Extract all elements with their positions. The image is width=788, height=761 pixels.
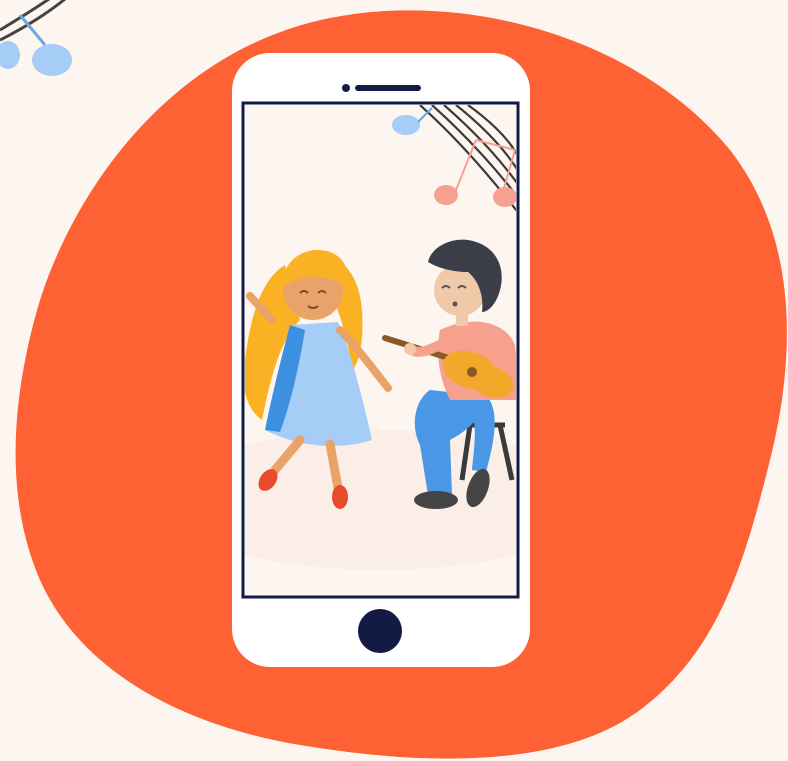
- earpiece-speaker-icon: [355, 85, 421, 91]
- home-button-icon[interactable]: [358, 609, 402, 653]
- stage: [0, 0, 788, 761]
- front-camera-icon: [342, 84, 350, 92]
- smartphone: [232, 53, 530, 667]
- phone-screen: [245, 105, 516, 595]
